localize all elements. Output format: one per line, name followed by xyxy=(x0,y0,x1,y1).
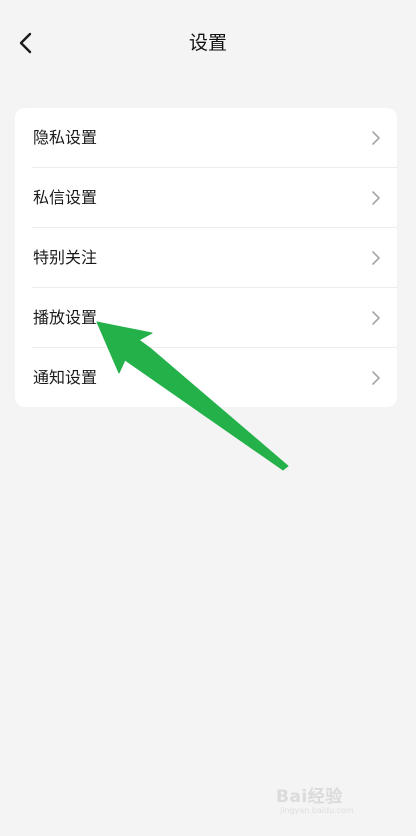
chevron-right-icon xyxy=(372,371,380,385)
settings-item-privacy[interactable]: 隐私设置 xyxy=(15,108,397,168)
settings-item-playback[interactable]: 播放设置 xyxy=(15,288,397,348)
chevron-right-icon xyxy=(372,191,380,205)
chevron-right-icon xyxy=(372,251,380,265)
settings-item-label: 通知设置 xyxy=(33,368,98,387)
watermark-text: Bai经验 xyxy=(276,787,343,807)
page-title: 设置 xyxy=(188,32,227,54)
settings-item-label: 私信设置 xyxy=(33,188,98,207)
settings-item-label: 特别关注 xyxy=(33,248,98,267)
settings-list: 隐私设置 私信设置 特别关注 播放设置 通知设置 xyxy=(15,108,397,407)
chevron-right-icon xyxy=(372,311,380,325)
settings-item-notifications[interactable]: 通知设置 xyxy=(15,348,397,407)
settings-item-label: 播放设置 xyxy=(33,308,98,327)
settings-item-label: 隐私设置 xyxy=(33,128,98,147)
settings-item-special-follow[interactable]: 特别关注 xyxy=(15,228,397,288)
watermark-subtext: jingyan.baidu.com xyxy=(280,806,354,815)
chevron-right-icon xyxy=(372,131,380,145)
watermark: Bai经验 jingyan.baidu.com xyxy=(276,782,396,822)
settings-item-messages[interactable]: 私信设置 xyxy=(15,168,397,228)
header: 设置 xyxy=(0,0,416,86)
